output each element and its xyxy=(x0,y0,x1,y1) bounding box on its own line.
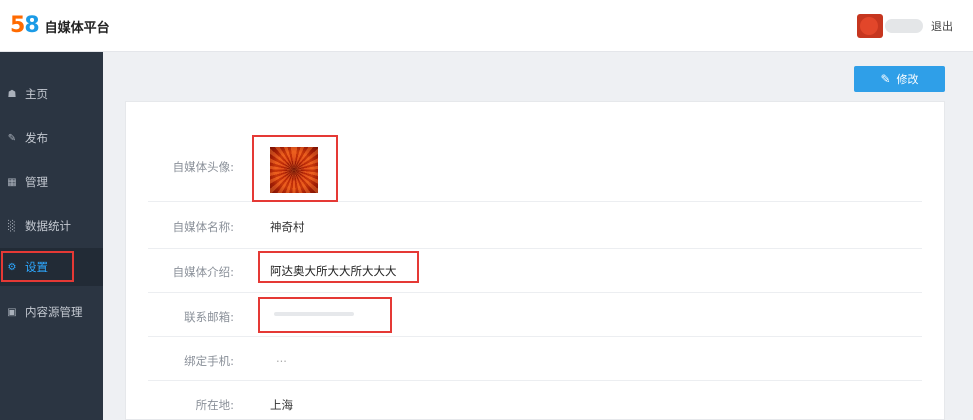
avatar[interactable] xyxy=(857,14,883,38)
logout-link[interactable]: 退出 xyxy=(931,18,953,34)
sidebar-item-content-source[interactable]: ▣ 内容源管理 xyxy=(0,293,103,331)
field-label: 所在地: xyxy=(195,398,234,412)
field-label: 联系邮箱: xyxy=(184,310,234,324)
sidebar-item-home[interactable]: ☗ 主页 xyxy=(0,75,103,113)
sidebar-item-label: 数据统计 xyxy=(25,219,71,233)
profile-row-name: 自媒体名称: 神奇村 xyxy=(148,202,922,249)
field-label: 自媒体名称: xyxy=(172,220,234,234)
profile-row-intro: 自媒体介绍: 阿达奥大所大大所大大大 xyxy=(148,249,922,293)
edit-profile-button[interactable]: ✎ 修改 xyxy=(854,66,945,92)
profile-location-value: 上海 xyxy=(270,398,293,412)
profile-intro-value: 阿达奥大所大大所大大大 xyxy=(270,264,397,278)
username-redacted xyxy=(885,19,923,33)
avatar-highlight-box xyxy=(252,135,338,202)
profile-name-value: 神奇村 xyxy=(270,220,305,234)
platform-name: 自媒体平台 xyxy=(44,20,110,36)
profile-phone-value: ... xyxy=(276,351,287,365)
profile-row-phone: 绑定手机: ... xyxy=(148,337,922,381)
bar-chart-icon: ░ xyxy=(8,220,16,232)
pencil-icon: ✎ xyxy=(880,72,891,86)
highlight-box xyxy=(1,251,74,282)
top-header: 58 自媒体平台 退出 xyxy=(0,0,973,52)
sidebar-item-statistics[interactable]: ░ 数据统计 xyxy=(0,207,103,245)
home-icon: ☗ xyxy=(7,88,17,100)
sidebar-item-manage[interactable]: ▦ 管理 xyxy=(0,163,103,201)
sidebar-item-label: 内容源管理 xyxy=(25,305,83,319)
field-label: 自媒体介绍: xyxy=(172,265,234,279)
platform-logo[interactable]: 58 自媒体平台 xyxy=(10,12,110,40)
grid-icon: ▦ xyxy=(7,176,17,188)
user-area: 退出 xyxy=(857,14,953,38)
sidebar-item-label: 主页 xyxy=(25,87,48,101)
field-label: 自媒体头像: xyxy=(172,160,234,174)
sidebar-item-label: 管理 xyxy=(25,175,48,189)
sidebar: ☗ 主页 ✎ 发布 ▦ 管理 ░ 数据统计 ⚙ 设置 ▣ 内容源管理 xyxy=(0,52,103,420)
logo-58-mark: 58 xyxy=(10,13,40,38)
profile-avatar-image[interactable] xyxy=(270,147,318,193)
email-redacted xyxy=(274,312,354,316)
profile-row-email: 联系邮箱: xyxy=(148,293,922,337)
sidebar-item-settings[interactable]: ⚙ 设置 xyxy=(0,248,103,286)
sidebar-item-publish[interactable]: ✎ 发布 xyxy=(0,119,103,157)
content-source-icon: ▣ xyxy=(7,306,17,318)
sidebar-item-label: 发布 xyxy=(25,131,48,145)
edit-button-label: 修改 xyxy=(896,73,919,86)
profile-row-location: 所在地: 上海 xyxy=(148,381,922,420)
edit-icon: ✎ xyxy=(7,132,17,144)
profile-row-avatar: 自媒体头像: xyxy=(148,126,922,202)
field-label: 绑定手机: xyxy=(184,354,234,368)
